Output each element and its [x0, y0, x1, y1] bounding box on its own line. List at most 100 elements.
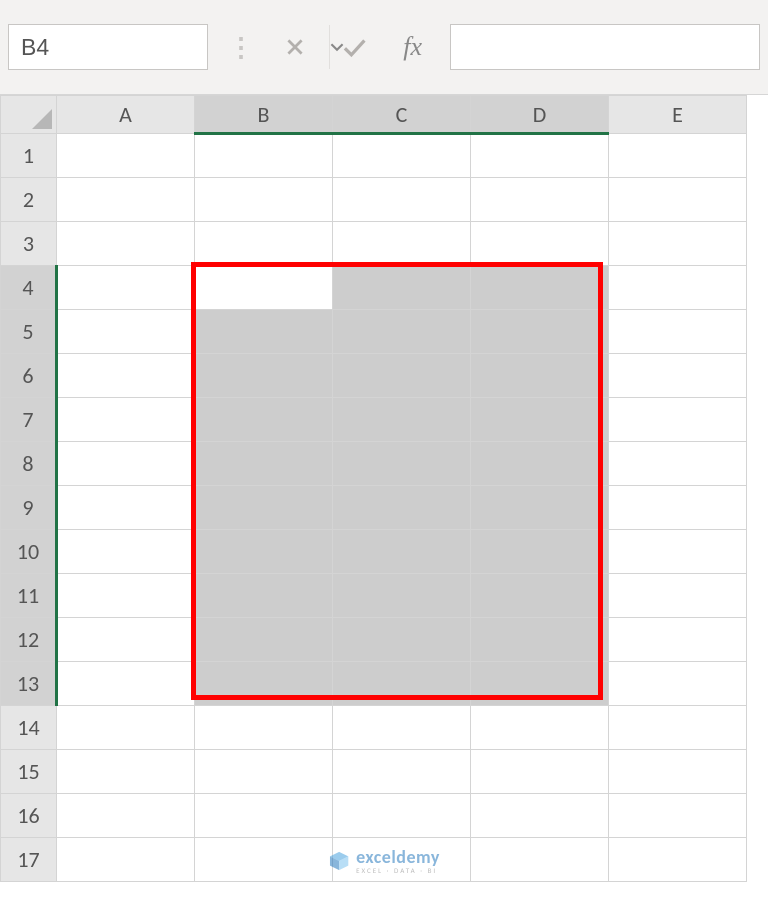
- row-header-2[interactable]: 2: [1, 178, 57, 222]
- cell-E13[interactable]: [609, 662, 747, 706]
- cell-C1[interactable]: [333, 134, 471, 178]
- cell-E6[interactable]: [609, 354, 747, 398]
- cell-B14[interactable]: [195, 706, 333, 750]
- cell-D8[interactable]: [471, 442, 609, 486]
- cell-A7[interactable]: [57, 398, 195, 442]
- cell-C15[interactable]: [333, 750, 471, 794]
- cell-D4[interactable]: [471, 266, 609, 310]
- cell-B16[interactable]: [195, 794, 333, 838]
- cell-C7[interactable]: [333, 398, 471, 442]
- row-header-1[interactable]: 1: [1, 134, 57, 178]
- row-header-11[interactable]: 11: [1, 574, 57, 618]
- cell-C10[interactable]: [333, 530, 471, 574]
- cell-C13[interactable]: [333, 662, 471, 706]
- cell-D1[interactable]: [471, 134, 609, 178]
- row-header-5[interactable]: 5: [1, 310, 57, 354]
- cell-B6[interactable]: [195, 354, 333, 398]
- cell-D13[interactable]: [471, 662, 609, 706]
- cell-E14[interactable]: [609, 706, 747, 750]
- cell-B8[interactable]: [195, 442, 333, 486]
- cell-C11[interactable]: [333, 574, 471, 618]
- cell-C9[interactable]: [333, 486, 471, 530]
- cell-A10[interactable]: [57, 530, 195, 574]
- row-header-13[interactable]: 13: [1, 662, 57, 706]
- cell-A17[interactable]: [57, 838, 195, 882]
- cell-D7[interactable]: [471, 398, 609, 442]
- cell-E17[interactable]: [609, 838, 747, 882]
- row-header-14[interactable]: 14: [1, 706, 57, 750]
- cell-D6[interactable]: [471, 354, 609, 398]
- cell-B15[interactable]: [195, 750, 333, 794]
- cell-B5[interactable]: [195, 310, 333, 354]
- cell-D5[interactable]: [471, 310, 609, 354]
- cell-D16[interactable]: [471, 794, 609, 838]
- cell-A9[interactable]: [57, 486, 195, 530]
- cell-B11[interactable]: [195, 574, 333, 618]
- enter-button[interactable]: [333, 24, 376, 70]
- cell-A5[interactable]: [57, 310, 195, 354]
- cell-B1[interactable]: [195, 134, 333, 178]
- col-header-E[interactable]: E: [609, 96, 747, 134]
- cell-D15[interactable]: [471, 750, 609, 794]
- cell-D3[interactable]: [471, 222, 609, 266]
- cell-E4[interactable]: [609, 266, 747, 310]
- col-header-C[interactable]: C: [333, 96, 471, 134]
- cell-C3[interactable]: [333, 222, 471, 266]
- cell-D9[interactable]: [471, 486, 609, 530]
- row-header-15[interactable]: 15: [1, 750, 57, 794]
- cell-A2[interactable]: [57, 178, 195, 222]
- row-header-3[interactable]: 3: [1, 222, 57, 266]
- cell-D10[interactable]: [471, 530, 609, 574]
- cell-C16[interactable]: [333, 794, 471, 838]
- cell-D2[interactable]: [471, 178, 609, 222]
- cell-E11[interactable]: [609, 574, 747, 618]
- cell-A6[interactable]: [57, 354, 195, 398]
- col-header-B[interactable]: B: [195, 96, 333, 134]
- cell-E12[interactable]: [609, 618, 747, 662]
- cell-A12[interactable]: [57, 618, 195, 662]
- cell-A15[interactable]: [57, 750, 195, 794]
- cell-B3[interactable]: [195, 222, 333, 266]
- col-header-D[interactable]: D: [471, 96, 609, 134]
- cell-B9[interactable]: [195, 486, 333, 530]
- cell-A8[interactable]: [57, 442, 195, 486]
- cell-B12[interactable]: [195, 618, 333, 662]
- cell-B17[interactable]: [195, 838, 333, 882]
- row-header-8[interactable]: 8: [1, 442, 57, 486]
- cell-D11[interactable]: [471, 574, 609, 618]
- row-header-17[interactable]: 17: [1, 838, 57, 882]
- cell-E9[interactable]: [609, 486, 747, 530]
- cell-C12[interactable]: [333, 618, 471, 662]
- cell-E8[interactable]: [609, 442, 747, 486]
- cell-C8[interactable]: [333, 442, 471, 486]
- cell-C6[interactable]: [333, 354, 471, 398]
- cell-C2[interactable]: [333, 178, 471, 222]
- cell-B2[interactable]: [195, 178, 333, 222]
- formula-input[interactable]: [450, 24, 760, 70]
- cell-E15[interactable]: [609, 750, 747, 794]
- cell-D12[interactable]: [471, 618, 609, 662]
- row-header-6[interactable]: 6: [1, 354, 57, 398]
- cell-E7[interactable]: [609, 398, 747, 442]
- cell-D17[interactable]: [471, 838, 609, 882]
- cell-B7[interactable]: [195, 398, 333, 442]
- cell-B4[interactable]: [195, 266, 333, 310]
- cell-E5[interactable]: [609, 310, 747, 354]
- cell-A11[interactable]: [57, 574, 195, 618]
- row-header-10[interactable]: 10: [1, 530, 57, 574]
- cell-C14[interactable]: [333, 706, 471, 750]
- row-header-12[interactable]: 12: [1, 618, 57, 662]
- cell-A3[interactable]: [57, 222, 195, 266]
- cell-C4[interactable]: [333, 266, 471, 310]
- cell-B13[interactable]: [195, 662, 333, 706]
- cell-A13[interactable]: [57, 662, 195, 706]
- cell-E2[interactable]: [609, 178, 747, 222]
- cell-B10[interactable]: [195, 530, 333, 574]
- cell-A1[interactable]: [57, 134, 195, 178]
- cell-E10[interactable]: [609, 530, 747, 574]
- select-all-corner[interactable]: [1, 96, 57, 134]
- cell-A16[interactable]: [57, 794, 195, 838]
- col-header-A[interactable]: A: [57, 96, 195, 134]
- cell-A4[interactable]: [57, 266, 195, 310]
- cell-E16[interactable]: [609, 794, 747, 838]
